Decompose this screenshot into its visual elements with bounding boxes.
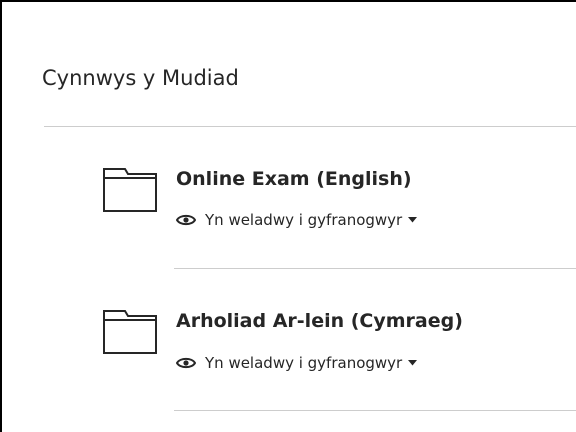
folder-icon [103,310,157,354]
eye-icon [176,214,196,226]
item-title-link[interactable]: Online Exam (English) [176,168,412,190]
item-title-link[interactable]: Arholiad Ar-lein (Cymraeg) [176,310,463,332]
eye-icon [176,357,196,369]
visibility-dropdown[interactable]: Yn weladwy i gyfranogwyr [176,209,418,231]
content-panel: Cynnwys y Mudiad Online Exam (English) Y… [0,0,576,432]
visibility-label: Yn weladwy i gyfranogwyr [205,211,403,229]
content-item: Arholiad Ar-lein (Cymraeg) Yn weladwy i … [2,306,576,416]
visibility-dropdown[interactable]: Yn weladwy i gyfranogwyr [176,352,418,374]
caret-down-icon [408,217,418,223]
module-title: Cynnwys y Mudiad [42,66,239,90]
divider [174,410,576,411]
content-item: Online Exam (English) Yn weladwy i gyfra… [2,164,576,274]
divider [174,268,576,269]
folder-icon [103,168,157,212]
visibility-label: Yn weladwy i gyfranogwyr [205,354,403,372]
caret-down-icon [408,360,418,366]
divider [44,126,576,127]
